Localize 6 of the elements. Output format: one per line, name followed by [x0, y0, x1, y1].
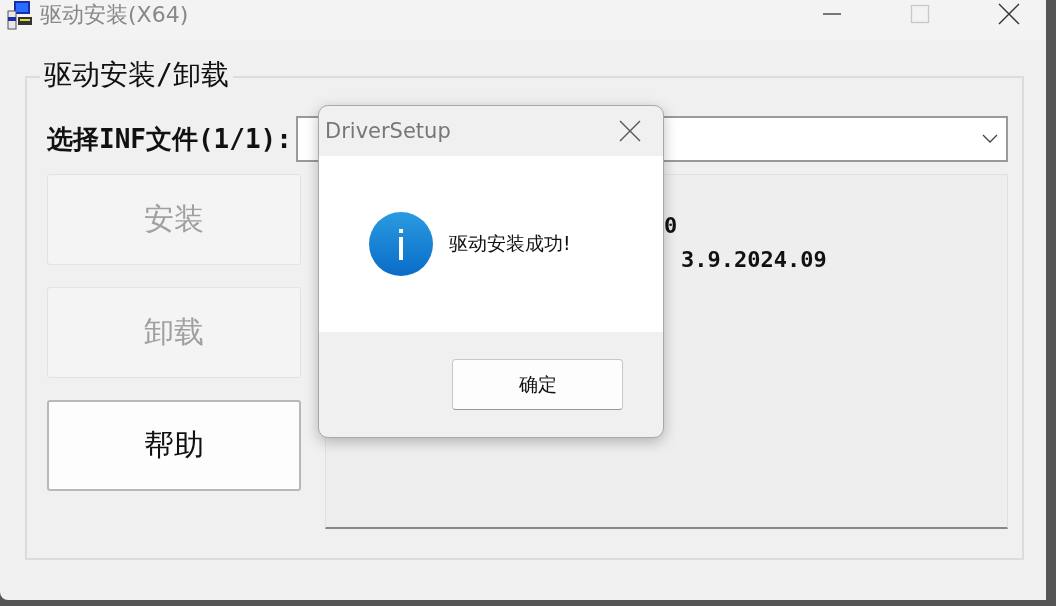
info-text: 0: [664, 212, 678, 240]
dialog-message: 驱动安装成功!: [449, 231, 571, 256]
inf-file-label: 选择INF文件(1/1):: [47, 122, 292, 156]
window-title: 驱动安装(X64): [40, 1, 189, 29]
info-text: 3.9.2024.09: [681, 246, 827, 274]
dialog-title: DriverSetup: [325, 119, 451, 143]
